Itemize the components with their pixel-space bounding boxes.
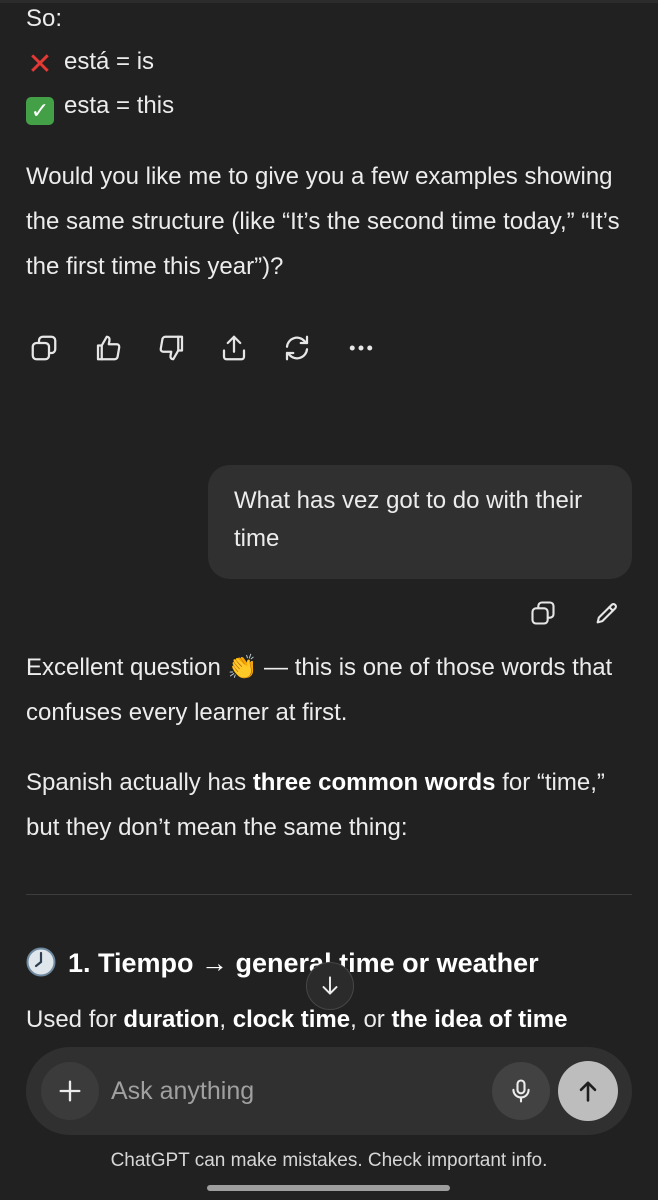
edit-icon <box>596 603 617 624</box>
used-for-duration: duration <box>123 1006 220 1033</box>
p2-prefix: Spanish actually has <box>26 769 253 796</box>
user-message-bubble: What has vez got to do with their time <box>208 465 632 579</box>
used-for-line: Used for duration, clock time, or the id… <box>26 997 567 1042</box>
copy-button[interactable] <box>26 330 62 366</box>
section-heading-text: 1. Tiempo → general time or weather <box>68 948 539 978</box>
section-divider <box>26 894 632 895</box>
used-for-prefix: Used for <box>26 1006 124 1033</box>
right-line: ✓ esta = this <box>26 83 174 128</box>
p2-bold: three common words <box>252 769 496 796</box>
share-icon <box>222 335 246 361</box>
used-for-idea-of-time: the idea of time <box>391 1006 568 1033</box>
answer-intro-prefix: Excellent question <box>26 654 228 681</box>
right-line-text: esta = this <box>64 92 175 119</box>
check-mark-icon: ✓ <box>26 97 54 125</box>
chat-screen: So: ✕ está = is ✓ esta = this Would you li… <box>0 0 658 1200</box>
answer-intro: Excellent question 👏 — this is one of th… <box>26 645 638 735</box>
cross-mark-icon: ✕ <box>27 48 53 81</box>
scroll-to-bottom-button[interactable] <box>306 962 354 1010</box>
copy-icon <box>531 601 555 625</box>
bad-response-button[interactable] <box>154 330 190 366</box>
message-input[interactable]: Ask anything <box>111 1074 254 1108</box>
disclaimer-text: ChatGPT can make mistakes. Check importa… <box>110 1150 548 1171</box>
wrong-line: ✕ está = is <box>26 39 154 84</box>
arrow-up-icon <box>579 1081 597 1102</box>
microphone-icon <box>512 1079 530 1103</box>
thumbs-up-icon <box>96 335 121 361</box>
clock-icon <box>26 947 56 977</box>
top-divider <box>0 0 658 3</box>
plus-icon <box>59 1080 81 1102</box>
send-button[interactable] <box>558 1061 618 1121</box>
message-composer: Ask anything <box>26 1047 632 1135</box>
thumbs-down-icon <box>159 335 184 361</box>
section-heading: 1. Tiempo → general time or weather <box>26 940 539 986</box>
share-button[interactable] <box>216 330 252 366</box>
wrong-line-text: está = is <box>64 48 155 75</box>
good-response-button[interactable] <box>90 330 126 366</box>
so-line: So: <box>26 5 63 32</box>
copy-icon <box>31 335 57 361</box>
add-attachment-button[interactable] <box>41 1062 99 1120</box>
followup-question: Would you like me to give you a few exam… <box>26 163 620 280</box>
used-for-clock-time: clock time <box>232 1006 351 1033</box>
user-copy-button[interactable] <box>526 596 560 630</box>
regenerate-button[interactable] <box>279 330 315 366</box>
more-icon <box>349 345 373 351</box>
more-options-button[interactable] <box>343 330 379 366</box>
answer-paragraph-2: Spanish actually has three common words … <box>26 760 638 850</box>
voice-input-button[interactable] <box>492 1062 550 1120</box>
edit-message-button[interactable] <box>590 596 624 630</box>
home-indicator[interactable] <box>207 1185 450 1191</box>
arrow-down-icon <box>322 976 338 995</box>
clapping-hands-icon: 👏 <box>227 654 258 681</box>
used-for-sep2: , or <box>350 1006 392 1033</box>
used-for-sep1: , <box>219 1006 233 1033</box>
regenerate-icon <box>285 335 309 361</box>
